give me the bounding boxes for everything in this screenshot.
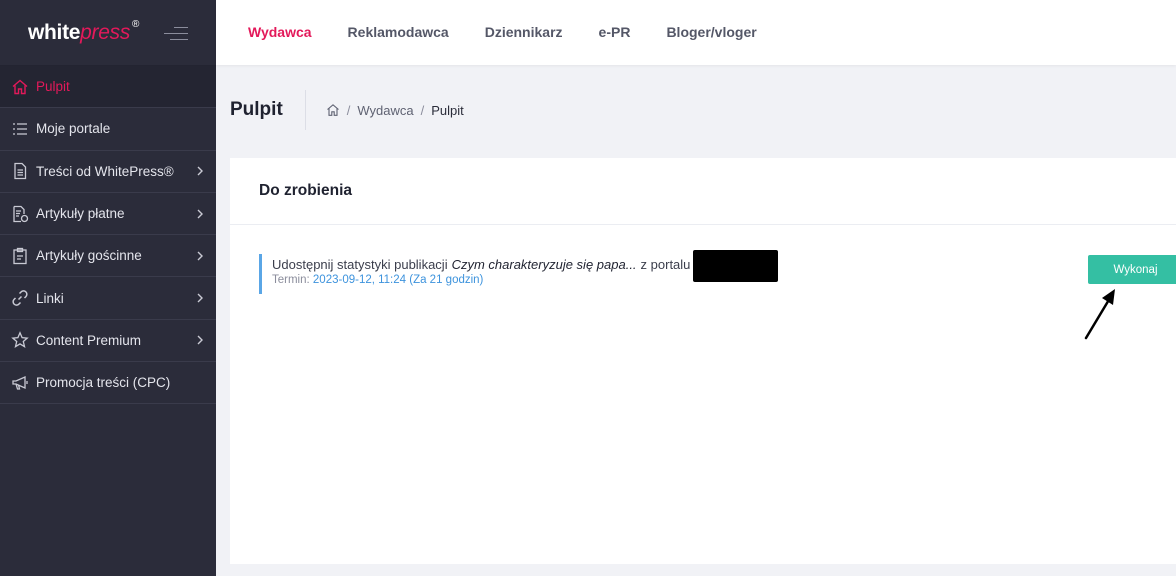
wykonaj-button[interactable]: Wykonaj [1088, 255, 1176, 284]
task-due-label: Termin: [272, 274, 310, 286]
star-icon [11, 331, 29, 349]
task-publication-title: Czym charakteryzuje się papa... [451, 256, 637, 272]
document-icon [11, 162, 29, 180]
sidebar-item-pulpit[interactable]: Pulpit [0, 66, 216, 109]
sidebar-item-label: Linki [36, 290, 64, 306]
breadcrumb: / Wydawca / Pulpit [306, 103, 464, 118]
sidebar-item-label: Moje portale [36, 121, 111, 137]
todo-card: Do zrobienia Udostępnij statystyki publi… [230, 158, 1176, 564]
top-role-tabs: Wydawca Reklamodawca Dziennikarz e-PR Bl… [216, 0, 1176, 65]
home-icon[interactable] [326, 103, 340, 117]
logo-text-accent: press [80, 20, 131, 44]
chevron-right-icon [197, 335, 203, 345]
sidebar-item-linki[interactable]: Linki [0, 277, 216, 320]
page-title: Pulpit [230, 90, 306, 130]
sidebar-item-label: Artykuły płatne [36, 206, 125, 222]
breadcrumb-separator: / [346, 102, 351, 118]
sidebar-item-label: Artykuły gościnne [36, 248, 142, 264]
chevron-right-icon [197, 251, 203, 261]
sidebar-item-moje-portale[interactable]: Moje portale [0, 108, 216, 151]
breadcrumb-separator: / [420, 102, 425, 118]
sidebar-item-label: Promocja treści (CPC) [36, 375, 171, 391]
annotation-arrow-icon [1084, 289, 1115, 340]
page-header: Pulpit / Wydawca / Pulpit [230, 90, 464, 130]
breadcrumb-pulpit: Pulpit [431, 102, 464, 118]
chevron-right-icon [197, 209, 203, 219]
sidebar-nav: Pulpit Moje portale Treści od WhitePress… [0, 66, 216, 405]
whitepress-logo[interactable]: white press ® [28, 18, 140, 45]
tab-dziennikarz[interactable]: Dziennikarz [467, 0, 581, 65]
todo-card-title: Do zrobienia [259, 182, 353, 199]
sidebar-item-promocja-tresci[interactable]: Promocja treści (CPC) [0, 362, 216, 405]
sidebar-header: white press ® [0, 0, 216, 66]
task-suffix: z portalu [640, 256, 691, 272]
sidebar-item-label: Pulpit [36, 79, 70, 95]
breadcrumb-wydawca[interactable]: Wydawca [357, 103, 413, 118]
chevron-right-icon [197, 166, 203, 176]
tab-bloger-vloger[interactable]: Bloger/vloger [648, 0, 774, 65]
sidebar-item-label: Content Premium [36, 332, 142, 348]
paid-document-icon [11, 205, 29, 223]
chevron-right-icon [197, 293, 203, 303]
clipboard-icon [11, 247, 29, 265]
sidebar-item-content-premium[interactable]: Content Premium [0, 320, 216, 363]
sidebar: white press ® Pulpit Moje portale Treści o… [0, 0, 216, 576]
task-prefix: Udostępnij statystyki publikacji [272, 256, 448, 272]
todo-card-header: Do zrobienia [230, 158, 1176, 225]
logo-registered-mark: ® [132, 18, 140, 30]
megaphone-icon [11, 374, 29, 392]
tab-reklamodawca[interactable]: Reklamodawca [330, 0, 467, 65]
tab-wydawca[interactable]: Wydawca [230, 0, 330, 65]
logo-text-white: white [28, 20, 81, 44]
menu-toggle-icon[interactable] [164, 25, 188, 41]
home-icon [11, 78, 29, 96]
task-due-date: 2023-09-12, 11:24 (Za 21 godzin) [312, 274, 484, 286]
todo-task: Udostępnij statystyki publikacji Czym ch… [259, 250, 1139, 294]
task-description: Udostępnij statystyki publikacji Czym ch… [272, 250, 1139, 282]
sidebar-item-label: Treści od WhitePress® [36, 163, 174, 179]
redacted-portal-name [693, 250, 779, 282]
sidebar-item-artykuly-platne[interactable]: Artykuły płatne [0, 193, 216, 236]
sidebar-item-artykuly-goscinne[interactable]: Artykuły gościnne [0, 235, 216, 278]
link-icon [11, 289, 29, 307]
sidebar-item-tresci-od-whitepress[interactable]: Treści od WhitePress® [0, 151, 216, 193]
list-icon [11, 120, 29, 138]
tab-e-pr[interactable]: e-PR [581, 0, 649, 65]
